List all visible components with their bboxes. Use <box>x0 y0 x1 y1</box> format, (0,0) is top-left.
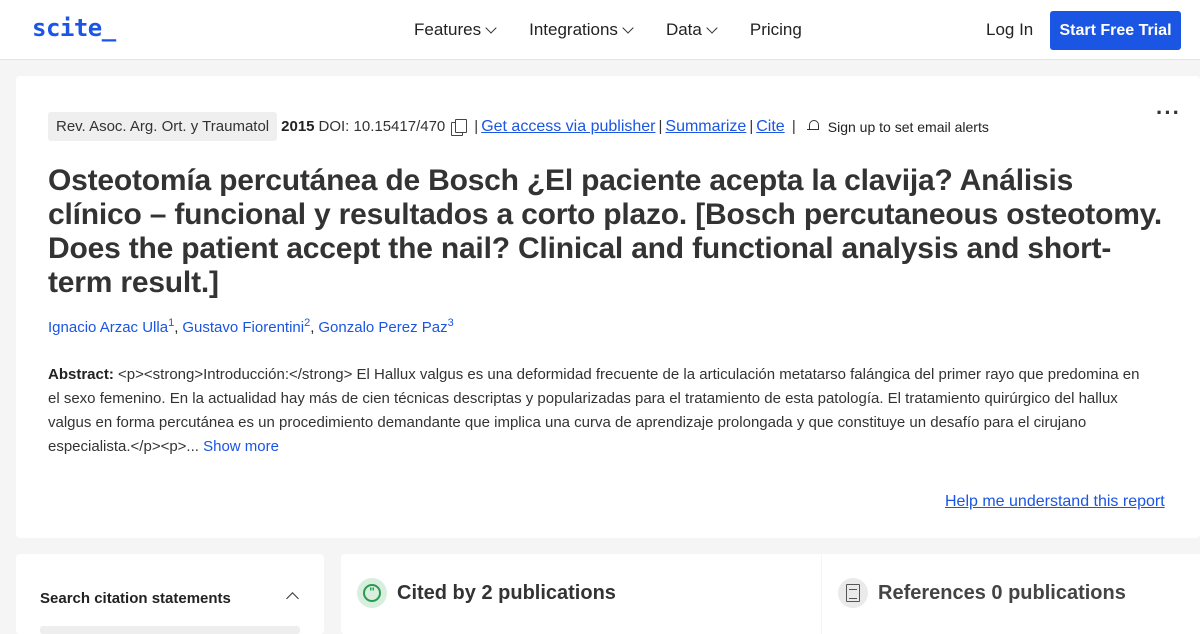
login-link[interactable]: Log In <box>986 20 1033 40</box>
references-icon-circle <box>838 578 868 608</box>
separator: | <box>658 118 663 135</box>
chevron-down-icon <box>485 21 497 34</box>
separator: | <box>749 118 754 135</box>
references-panel: References 0 publications <box>822 554 1200 634</box>
copy-icon[interactable] <box>451 118 468 136</box>
article-meta: Rev. Asoc. Arg. Ort. y Traumatol 2015 DO… <box>48 112 989 141</box>
author: Gonzalo Perez Paz3 <box>318 317 453 336</box>
nav-integrations[interactable]: Integrations <box>529 20 634 40</box>
author-list: Ignacio Arzac Ulla1, Gustavo Fiorentini2… <box>48 317 454 336</box>
author: Ignacio Arzac Ulla1, <box>48 317 179 336</box>
scite-logo[interactable]: scite_ <box>32 14 116 42</box>
main-nav: Features Integrations Data Pricing <box>414 20 802 40</box>
author-affiliation: 1 <box>168 317 175 329</box>
author-affiliation: 3 <box>447 317 454 329</box>
author-link[interactable]: Gustavo Fiorentini <box>182 319 304 336</box>
quote-icon: " <box>363 584 381 602</box>
summarize-link[interactable]: Summarize <box>665 118 746 136</box>
cite-link[interactable]: Cite <box>756 118 784 136</box>
search-input[interactable] <box>40 626 300 634</box>
nav-data[interactable]: Data <box>665 20 718 40</box>
cited-by-panel: " Cited by 2 publications <box>341 554 821 634</box>
nav-pricing[interactable]: Pricing <box>750 20 802 40</box>
nav-data-label: Data <box>665 20 702 39</box>
document-icon <box>846 584 860 602</box>
nav-pricing-label: Pricing <box>749 20 802 39</box>
journal-badge: Rev. Asoc. Arg. Ort. y Traumatol <box>48 112 278 141</box>
search-citations-title: Search citation statements <box>40 590 231 607</box>
references-heading: References 0 publications <box>878 582 1126 604</box>
chevron-down-icon <box>706 21 718 34</box>
author-link[interactable]: Ignacio Arzac Ulla <box>48 319 168 336</box>
author-affiliation: 2 <box>304 317 311 329</box>
get-access-link[interactable]: Get access via publisher <box>481 118 655 136</box>
article-title: Osteotomía percutánea de Bosch ¿El pacie… <box>48 164 1163 299</box>
cited-by-heading: Cited by 2 publications <box>397 582 616 604</box>
nav-features[interactable]: Features <box>414 20 497 40</box>
article-card: Rev. Asoc. Arg. Ort. y Traumatol 2015 DO… <box>16 76 1200 538</box>
start-free-trial-button[interactable]: Start Free Trial <box>1050 11 1181 50</box>
separator: | <box>474 118 479 135</box>
search-citations-panel: Search citation statements <box>16 554 324 634</box>
show-more-link[interactable]: Show more <box>203 438 279 455</box>
nav-integrations-label: Integrations <box>529 20 618 39</box>
nav-features-label: Features <box>414 20 482 39</box>
doi: DOI: 10.15417/470 <box>318 118 446 135</box>
abstract: Abstract: <p><strong>Introducción:</stro… <box>48 363 1148 459</box>
author: Gustavo Fiorentini2, <box>182 317 315 336</box>
chevron-up-icon[interactable] <box>286 592 299 605</box>
bell-icon[interactable] <box>806 119 821 134</box>
separator: | <box>787 118 796 135</box>
cited-by-icon-circle: " <box>357 578 387 608</box>
chevron-down-icon <box>622 21 634 34</box>
publication-year: 2015 <box>281 118 315 135</box>
help-understand-link[interactable]: Help me understand this report <box>945 493 1165 511</box>
email-alerts-link[interactable]: Sign up to set email alerts <box>828 119 989 135</box>
author-link[interactable]: Gonzalo Perez Paz <box>318 319 447 336</box>
top-navigation-bar: scite_ Features Integrations Data Pricin… <box>0 0 1200 60</box>
abstract-label: Abstract: <box>48 366 114 383</box>
more-options-icon[interactable]: ··· <box>1156 100 1181 126</box>
